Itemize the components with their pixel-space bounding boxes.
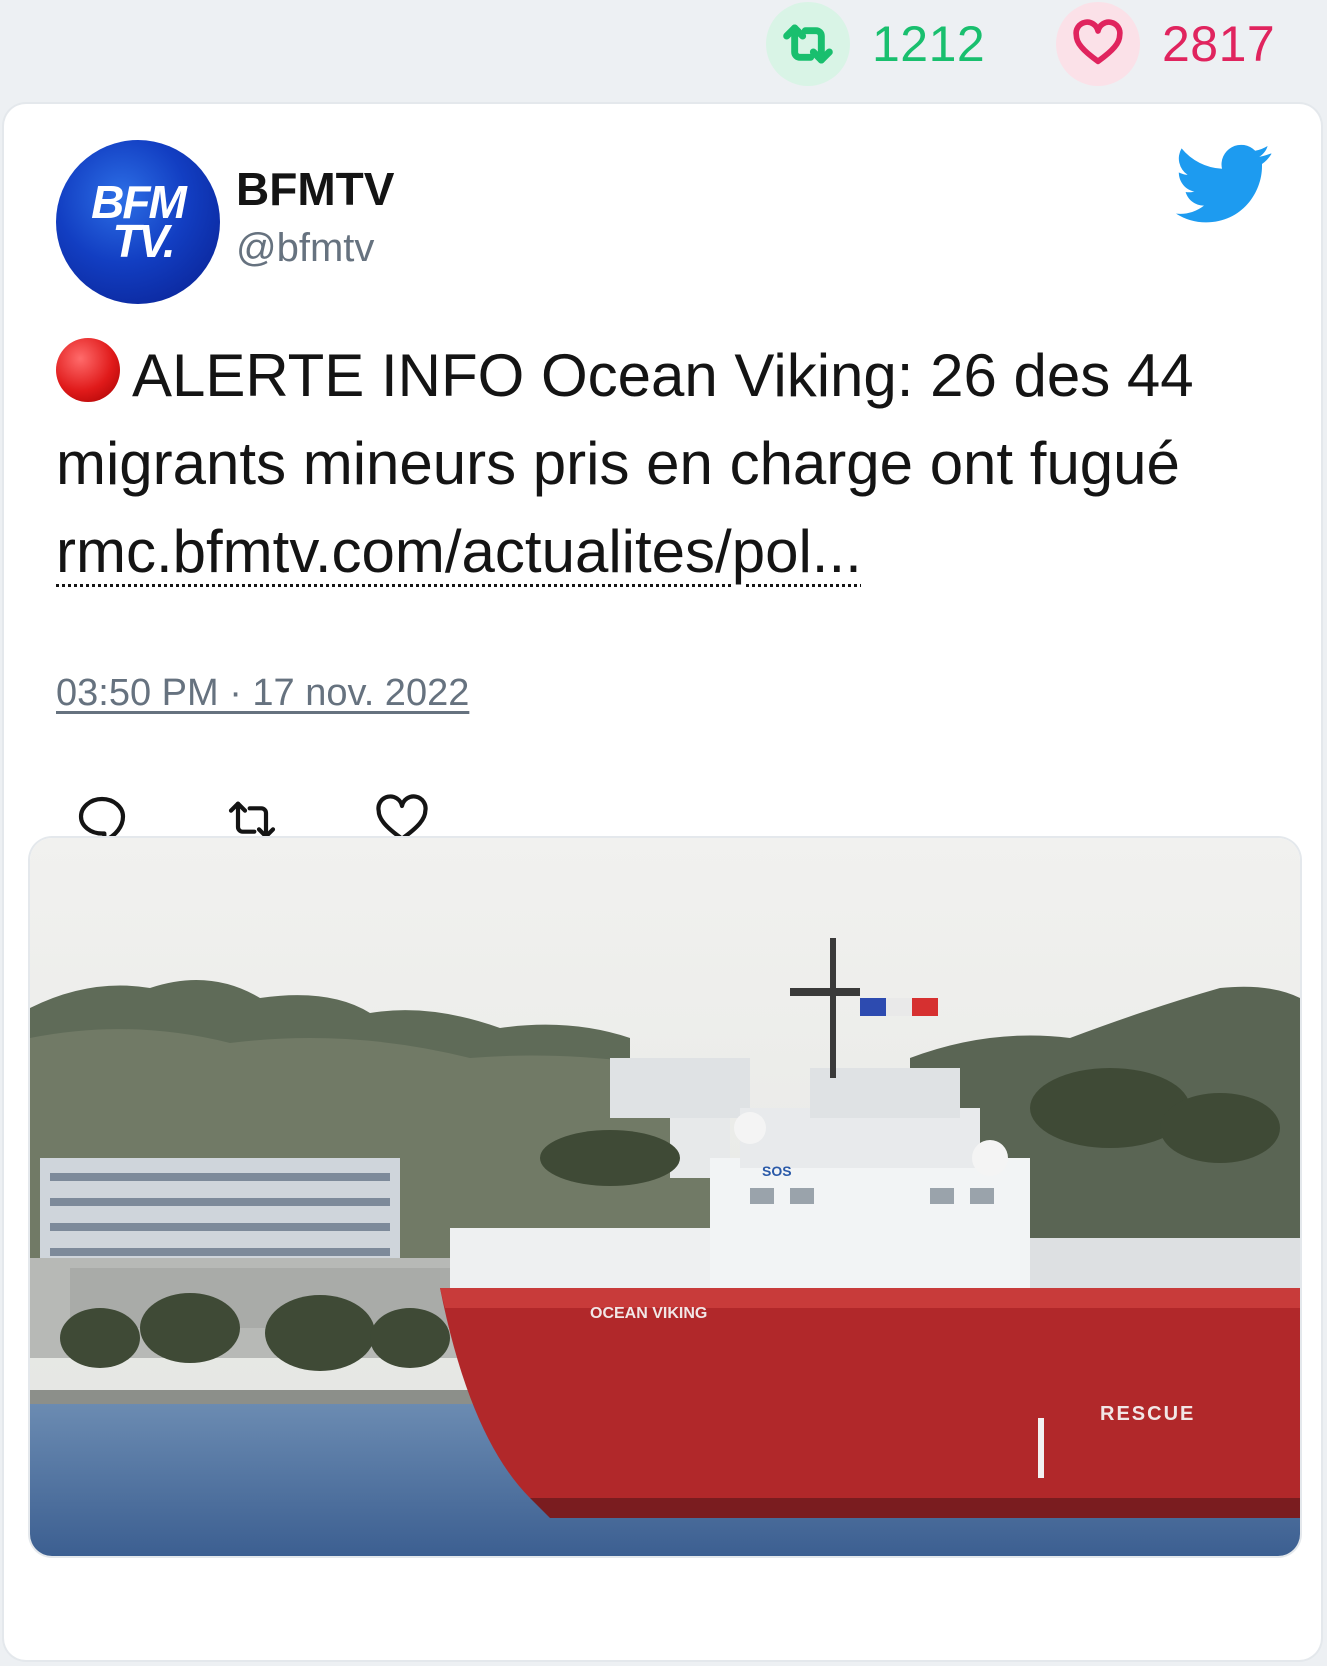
retweet-count: 1212	[872, 16, 986, 72]
tweet-card: BFM TV. BFMTV @bfmtv ALERTE INFO Ocean V…	[4, 104, 1321, 1660]
hull-rescue-text: RESCUE	[1100, 1403, 1195, 1425]
red-circle-icon	[56, 338, 120, 402]
like-stat[interactable]: 2817	[1056, 2, 1275, 86]
tweet-link[interactable]: rmc.bfmtv.com/actualites/pol...	[56, 518, 862, 585]
avatar[interactable]: BFM TV.	[56, 140, 220, 304]
ship-name-text: OCEAN VIKING	[590, 1305, 707, 1322]
tweet-stats-bar: 1212 2817	[0, 0, 1327, 100]
user-handle[interactable]: @bfmtv	[236, 226, 374, 271]
tweet-text: ALERTE INFO Ocean Viking: 26 des 44 migr…	[56, 332, 1276, 596]
twitter-bird-icon[interactable]	[1174, 144, 1274, 224]
tweet-media-image[interactable]: OCEAN VIKING RESCUE SOS	[30, 838, 1300, 1556]
bridge-sos-text: SOS	[762, 1163, 792, 1179]
tweet-timestamp[interactable]: 03:50 PM · 17 nov. 2022	[56, 672, 469, 715]
tweet-body: ALERTE INFO Ocean Viking: 26 des 44 migr…	[56, 342, 1194, 497]
retweet-stat[interactable]: 1212	[766, 2, 985, 86]
avatar-logo-text-2: TV.	[112, 215, 175, 267]
retweet-icon[interactable]	[766, 2, 850, 86]
ocean-viking-photo: OCEAN VIKING RESCUE SOS	[30, 838, 1300, 1556]
heart-icon[interactable]	[1056, 2, 1140, 86]
like-count: 2817	[1162, 16, 1276, 72]
display-name[interactable]: BFMTV	[236, 162, 394, 216]
